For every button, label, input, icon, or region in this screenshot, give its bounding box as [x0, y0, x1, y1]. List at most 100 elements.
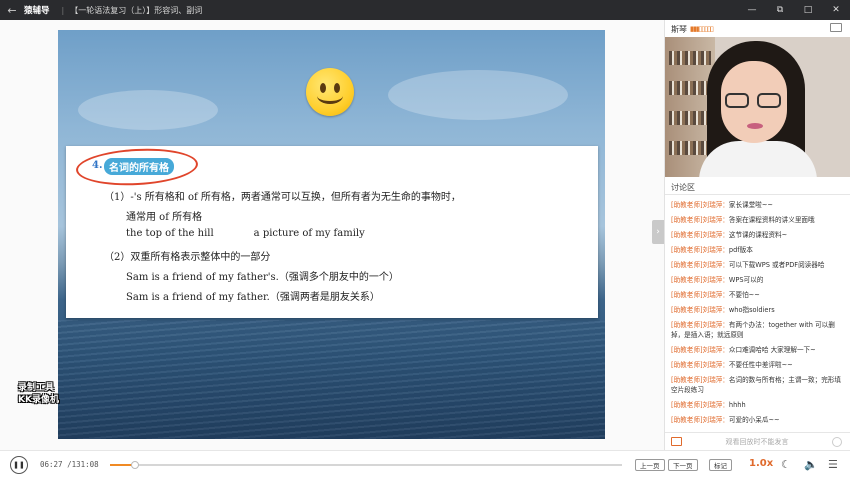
- chat-sender: [助教老师]刘瑞萍：: [671, 376, 729, 384]
- books: [669, 51, 711, 65]
- chat-message: [助教老师]刘瑞萍：不要怕~~: [671, 290, 844, 300]
- chat-sender: [助教老师]刘瑞萍：: [671, 246, 729, 254]
- watermark-line-1: 录制工具: [18, 383, 55, 393]
- smiley-face-icon: [306, 68, 354, 116]
- teacher-lips: [747, 123, 763, 129]
- menu-icon[interactable]: ☰: [828, 458, 838, 471]
- chat-text: pdf版本: [728, 246, 753, 254]
- chat-text: 家长课堂啦~~: [728, 201, 773, 209]
- chat-message: [助教老师]刘瑞萍：这节课的课程资料~: [671, 230, 844, 240]
- image-icon[interactable]: [671, 437, 682, 446]
- chat-message: [助教老师]刘瑞萍：众口难调哈哈 大家理解一下~: [671, 345, 844, 355]
- chat-sender: [助教老师]刘瑞萍：: [671, 291, 729, 299]
- slide-line-3: （2）双重所有格表示整体中的一部分: [104, 252, 271, 263]
- chat-message: [助教老师]刘瑞萍：可以下载WPS 或者PDF阅读器哈: [671, 260, 844, 270]
- slide-line-2: 通常用 of 所有格: [126, 212, 203, 223]
- chat-sender: [助教老师]刘瑞萍：: [671, 361, 729, 369]
- sea-texture: [58, 320, 605, 439]
- cloud-shape: [388, 70, 568, 120]
- chat-input-placeholder: 观看回放时不能发言: [725, 437, 789, 446]
- chat-text: 可爱的小呆瓜~~: [728, 416, 780, 424]
- slide-stage: 4. 名词的所有格 （1）-'s 所有格和 of 所有格，两者通常可以互换，但所…: [0, 20, 664, 450]
- volume-icon[interactable]: 🔈: [804, 458, 818, 471]
- chat-text: 答案在课程资料的讲义里面哦: [728, 216, 815, 224]
- chat-text: 众口难调哈哈 大家理解一下~: [728, 346, 816, 354]
- chat-text: 可以下载WPS 或者PDF阅读器哈: [728, 261, 825, 269]
- chat-message: [助教老师]刘瑞萍：who指soldiers: [671, 305, 844, 315]
- minimize-icon[interactable]: —: [738, 0, 766, 20]
- books: [669, 111, 711, 125]
- maximize-icon[interactable]: □: [794, 0, 822, 20]
- chat-message: [助教老师]刘瑞萍：家长课堂啦~~: [671, 200, 844, 210]
- watermark-line-2: KK录像机: [18, 395, 59, 405]
- window-controls: — ⧉ □ ✕: [738, 0, 850, 20]
- emoji-icon[interactable]: [832, 436, 842, 447]
- chat-list[interactable]: [助教老师]刘瑞萍：家长课堂啦~~ [助教老师]刘瑞萍：答案在课程资料的讲义里面哦…: [671, 200, 844, 430]
- cloud-shape: [78, 90, 218, 130]
- progress-bar[interactable]: [110, 461, 622, 469]
- chat-message: [助教老师]刘瑞萍：pdf版本: [671, 245, 844, 255]
- side-panel: 斯琴 ▮▮▮▯▯▯▯▯ 讨论区 [助教老师]刘瑞萍：家长课堂啦~~ [助教老师]刘…: [664, 20, 850, 450]
- camera-icon[interactable]: [830, 23, 842, 32]
- example-b: a picture of my family: [253, 228, 365, 239]
- restore-icon[interactable]: ⧉: [766, 0, 794, 20]
- books: [669, 81, 711, 95]
- chat-message: [助教老师]刘瑞萍：hhhh: [671, 400, 844, 410]
- divider: [665, 194, 850, 195]
- progress-knob[interactable]: [131, 461, 140, 469]
- chat-input-bar: 观看回放时不能发言: [665, 432, 850, 450]
- chat-sender: [助教老师]刘瑞萍：: [671, 416, 729, 424]
- example-a: the top of the hill: [126, 228, 214, 239]
- chat-message: [助教老师]刘瑞萍：不要任性中差评啦~~: [671, 360, 844, 370]
- chat-sender: [助教老师]刘瑞萍：: [671, 346, 729, 354]
- lesson-slide: 4. 名词的所有格 （1）-'s 所有格和 of 所有格，两者通常可以互换，但所…: [58, 30, 605, 439]
- prev-page-button[interactable]: 上一页: [635, 459, 665, 471]
- chat-sender: [助教老师]刘瑞萍：: [671, 201, 729, 209]
- player-controls: ❚❚ 06:27 /131:08 上一页 下一页 标记 1.0x ☾ 🔈 ☰: [0, 450, 850, 478]
- heading-label: 名词的所有格: [104, 158, 174, 175]
- chat-message: [助教老师]刘瑞萍：名词的数与所有格；主谓一致；完形填空片段练习: [671, 375, 844, 395]
- chat-text: 不要任性中差评啦~~: [728, 361, 793, 369]
- smiley-mouth: [317, 88, 343, 104]
- chat-text: WPS可以的: [728, 276, 764, 284]
- slide-example-line: the top of the hill a picture of my famil…: [126, 228, 365, 239]
- close-icon[interactable]: ✕: [822, 0, 850, 20]
- night-mode-icon[interactable]: ☾: [781, 458, 791, 471]
- teacher-name: 斯琴: [671, 24, 687, 34]
- slide-line-5: Sam is a friend of my father.（强调两者是朋友关系）: [126, 292, 380, 303]
- chat-message: [助教老师]刘瑞萍：可爱的小呆瓜~~: [671, 415, 844, 425]
- title-bar: ← 猿辅导 | 【一轮语法复习（上）】形容词、副词 — ⧉ □ ✕: [0, 0, 850, 20]
- back-arrow-icon[interactable]: ←: [0, 4, 24, 17]
- chat-sender: [助教老师]刘瑞萍：: [671, 321, 729, 329]
- teacher-header: 斯琴 ▮▮▮▯▯▯▯▯: [671, 22, 846, 36]
- collapse-panel-button[interactable]: ›: [652, 220, 664, 244]
- time-display: 06:27 /131:08: [40, 460, 99, 469]
- teacher-video: [665, 37, 850, 177]
- chat-message: [助教老师]刘瑞萍：有两个办法：together with 可以删掉，是插入语；…: [671, 320, 844, 340]
- slide-line-1: （1）-'s 所有格和 of 所有格，两者通常可以互换，但所有者为无生命的事物时…: [104, 192, 461, 203]
- recorder-watermark: 录制工具 KK录像机: [18, 382, 59, 406]
- title-separator: |: [61, 5, 65, 15]
- discussion-title: 讨论区: [671, 183, 695, 192]
- chat-sender: [助教老师]刘瑞萍：: [671, 261, 729, 269]
- app-name: 猿辅导: [24, 6, 50, 16]
- mark-button[interactable]: 标记: [709, 459, 732, 471]
- next-page-button[interactable]: 下一页: [668, 459, 698, 471]
- signal-bars-icon: ▮▮▮▯▯▯▯▯: [690, 25, 714, 33]
- slide-line-4: Sam is a friend of my father's.（强调多个朋友中的…: [126, 272, 399, 283]
- course-title: 【一轮语法复习（上）】形容词、副词: [70, 5, 203, 15]
- chat-text: who指soldiers: [728, 306, 775, 314]
- chat-text: hhhh: [728, 401, 746, 409]
- chat-sender: [助教老师]刘瑞萍：: [671, 306, 729, 314]
- chat-text: 这节课的课程资料~: [728, 231, 788, 239]
- chat-text: 不要怕~~: [728, 291, 760, 299]
- chat-sender: [助教老师]刘瑞萍：: [671, 216, 729, 224]
- pause-button[interactable]: ❚❚: [10, 456, 28, 474]
- teacher-glasses: [725, 93, 783, 109]
- chat-sender: [助教老师]刘瑞萍：: [671, 276, 729, 284]
- books: [669, 141, 711, 155]
- chat-sender: [助教老师]刘瑞萍：: [671, 231, 729, 239]
- chat-message: [助教老师]刘瑞萍：答案在课程资料的讲义里面哦: [671, 215, 844, 225]
- speed-button[interactable]: 1.0x: [749, 458, 773, 469]
- slide-content-card: 4. 名词的所有格 （1）-'s 所有格和 of 所有格，两者通常可以互换，但所…: [66, 145, 598, 318]
